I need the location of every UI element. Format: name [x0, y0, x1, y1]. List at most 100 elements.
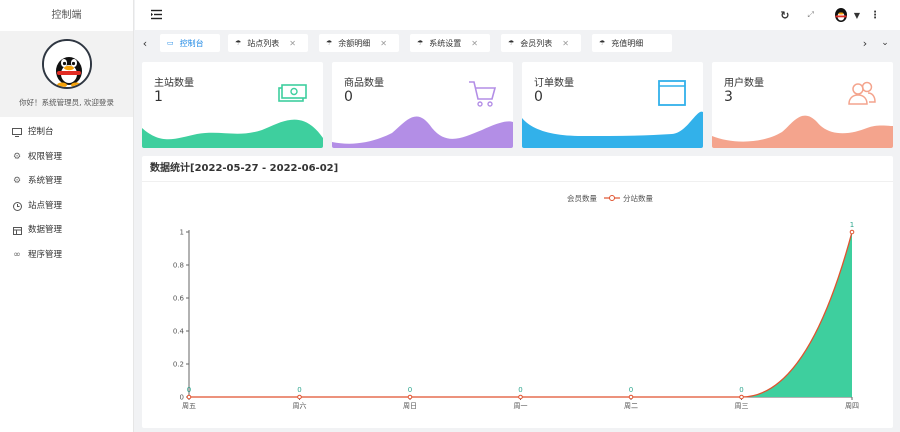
x-tick-label: 周一	[514, 402, 528, 410]
gear-icon: ⚙	[12, 176, 22, 187]
y-tick-label: 0	[180, 394, 184, 402]
sidebar-item-sites[interactable]: 站点管理	[0, 194, 133, 219]
tab-label: 系统设置	[429, 38, 462, 48]
y-tick-label: 0.4	[173, 328, 185, 336]
dropdown-arrow-icon[interactable]: ▼	[854, 11, 860, 20]
user-avatar-icon[interactable]	[834, 6, 848, 25]
series-point	[518, 394, 523, 400]
y-tick-label: 0.2	[173, 361, 184, 369]
chevron-down-icon[interactable]: ⌄	[878, 31, 892, 55]
sidebar-item-label: 数据管理	[28, 225, 63, 236]
cart-icon	[469, 81, 497, 107]
series-point	[186, 394, 192, 400]
sidebar-item-data[interactable]: 数据管理	[0, 218, 133, 243]
more-icon[interactable]: ⋮	[870, 10, 880, 21]
card-wave-shape	[522, 111, 703, 148]
fullscreen-icon[interactable]: ⤢	[807, 10, 813, 20]
tab-member-list[interactable]: ☂ 会员列表 ✕	[501, 34, 581, 52]
table-icon	[12, 226, 22, 236]
series-point	[297, 394, 302, 400]
tab-label: 控制台	[179, 38, 204, 48]
card-wave-shape	[332, 116, 513, 148]
tab-recharge-detail[interactable]: ☂ 充值明细	[592, 34, 672, 52]
data-label: 0	[629, 386, 633, 394]
avatar[interactable]	[41, 39, 92, 89]
legend-label: 会员数量	[567, 193, 597, 203]
series-point	[739, 394, 744, 400]
tab-bar: ‹ ▭ 控制台 ☂ 站点列表 ✕ ☂ 余额明细 ✕ ☂ 系统设置 ✕ ☂ 会员列…	[135, 31, 900, 55]
x-tick-label: 周六	[293, 401, 307, 410]
sidebar-item-label: 程序管理	[28, 249, 63, 260]
tab-label: 站点列表	[247, 38, 280, 48]
menu-toggle-icon[interactable]	[151, 9, 162, 20]
data-label: 0	[739, 386, 743, 394]
penguin-avatar-icon	[43, 41, 90, 87]
panel-title: 数据统计[2022-05-27 - 2022-06-02]	[142, 156, 893, 182]
card-value: 3	[724, 89, 733, 105]
brand-title: 控制端	[0, 0, 133, 31]
clock-icon	[12, 201, 22, 211]
statistics-panel: 数据统计[2022-05-27 - 2022-06-02] 0 0.2 0.4 0.6…	[142, 156, 893, 428]
tab-system-settings[interactable]: ☂ 系统设置 ✕	[410, 34, 490, 52]
statistics-chart: 00.20.40.60.81周五 周六 周日 周一 周二 周三 周四0 0 0 0 0 01会员数量分…	[173, 193, 859, 410]
y-tick-label: 0.6	[173, 295, 185, 303]
data-label: 0	[297, 386, 301, 394]
sidebar-item-label: 系统管理	[28, 176, 63, 187]
refresh-icon[interactable]: ↻	[780, 9, 789, 22]
sidebar-item-label: 站点管理	[28, 200, 63, 211]
sidebar-item-permissions[interactable]: ⚙ 权限管理	[0, 145, 133, 170]
data-label: 0	[518, 386, 522, 394]
sidebar-menu: 控制台 ⚙ 权限管理 ⚙ 系统管理 站点管理 数据管理 ∞ 程序管理	[0, 120, 133, 268]
monitor-icon	[12, 127, 22, 137]
series-line-1	[189, 231, 853, 398]
tab-label: 余额明细	[338, 38, 371, 48]
stat-card-users: 用户数量 3	[712, 62, 893, 148]
close-icon[interactable]: ✕	[471, 39, 478, 48]
tab-label: 会员列表	[520, 38, 553, 48]
data-label: 1	[850, 221, 854, 229]
y-tick-label: 1	[180, 229, 184, 237]
money-icon	[278, 84, 307, 102]
chevron-left-icon[interactable]: ‹	[138, 31, 152, 55]
card-label: 主站数量	[154, 78, 194, 89]
umbrella-icon: ☂	[326, 39, 333, 47]
series-area-0	[189, 232, 852, 397]
close-icon[interactable]: ✕	[289, 39, 296, 48]
umbrella-icon: ☂	[599, 39, 606, 47]
tab-site-list[interactable]: ☂ 站点列表 ✕	[228, 34, 308, 52]
umbrella-icon: ☂	[235, 39, 242, 47]
monitor-icon: ▭	[167, 39, 174, 47]
card-wave-shape	[712, 115, 893, 148]
series-point	[628, 394, 634, 400]
card-value: 0	[344, 89, 353, 105]
x-tick-label: 周四	[845, 402, 859, 410]
stat-card-products: 商品数量 0	[332, 62, 513, 148]
data-label: 0	[408, 386, 412, 394]
close-icon[interactable]: ✕	[562, 39, 569, 48]
sidebar-item-label: 权限管理	[28, 151, 63, 162]
stat-card-main-sites: 主站数量 1	[142, 62, 323, 148]
window-icon	[658, 80, 686, 106]
sidebar-item-programs[interactable]: ∞ 程序管理	[0, 243, 133, 268]
profile-section: 你好！系统管理员, 欢迎登录	[0, 31, 133, 117]
series-point	[407, 394, 413, 400]
x-tick-label: 周日	[403, 402, 417, 410]
tab-dashboard[interactable]: ▭ 控制台	[160, 34, 220, 52]
welcome-text: 你好！系统管理员, 欢迎登录	[19, 98, 114, 107]
y-tick-label: 0.8	[173, 262, 184, 270]
sidebar: 控制端 你好！系统管理员, 欢迎登录 控制台 ⚙ 权限管理 ⚙ 系统管理 站点管…	[0, 0, 134, 432]
close-icon[interactable]: ✕	[380, 39, 387, 48]
sidebar-item-dashboard[interactable]: 控制台	[0, 120, 133, 145]
chevron-right-icon[interactable]: ›	[858, 31, 872, 55]
umbrella-icon: ☂	[508, 39, 515, 47]
link-icon: ∞	[13, 249, 21, 260]
sidebar-item-label: 控制台	[28, 127, 54, 137]
data-label: 0	[187, 386, 191, 394]
tab-balance-detail[interactable]: ☂ 余额明细 ✕	[319, 34, 399, 52]
x-tick-label: 周五	[182, 402, 196, 410]
card-label: 订单数量	[534, 78, 574, 89]
users-icon	[848, 81, 876, 105]
top-right-toolbar: ↻ ⤢ ▼ ⋮	[762, 0, 900, 30]
sidebar-item-system[interactable]: ⚙ 系统管理	[0, 169, 133, 194]
gear-icon: ⚙	[12, 151, 22, 162]
